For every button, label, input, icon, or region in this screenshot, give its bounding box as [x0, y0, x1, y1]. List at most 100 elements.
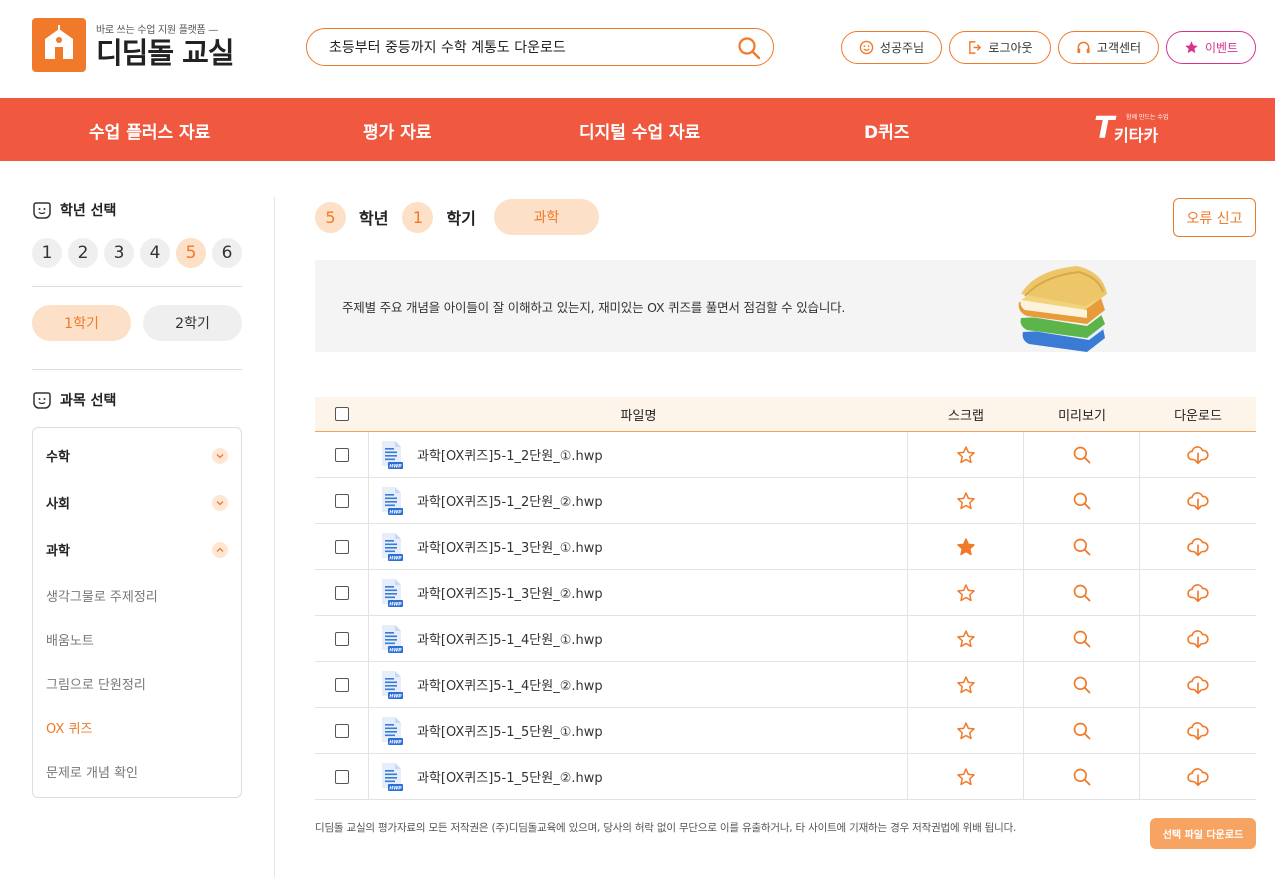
sub-item-unit-summary[interactable]: 그림으로 단원정리: [33, 661, 241, 705]
header-preview: 미리보기: [1058, 408, 1106, 424]
sub-item-concept-check[interactable]: 문제로 개념 확인: [33, 749, 241, 793]
term-badge: 1: [402, 201, 434, 233]
grade-6[interactable]: 6: [212, 238, 242, 268]
grade-2[interactable]: 2: [68, 238, 98, 268]
preview-search-icon[interactable]: [1072, 537, 1092, 557]
table-row: HWP 과학[OX퀴즈]5-1_3단원_②.hwp: [315, 570, 1256, 616]
subject-social[interactable]: 사회: [33, 479, 241, 526]
smile-icon: [859, 40, 874, 55]
hwp-badge: HWP: [389, 463, 402, 469]
row-checkbox[interactable]: [334, 723, 349, 738]
preview-search-icon[interactable]: [1072, 491, 1092, 511]
row-checkbox[interactable]: [334, 769, 349, 784]
search-icon[interactable]: [737, 36, 761, 60]
preview-search-icon[interactable]: [1072, 583, 1092, 603]
grade-label: 학년: [359, 209, 389, 228]
logo[interactable]: 바로 쓰는 수업 지원 플랫폼 — 디딤돌 교실: [32, 18, 234, 72]
search-box[interactable]: [306, 28, 774, 66]
row-checkbox[interactable]: [334, 539, 349, 554]
event-button[interactable]: 이벤트: [1166, 31, 1256, 64]
star-icon[interactable]: [956, 629, 976, 649]
hwp-file-icon: HWP: [382, 670, 403, 699]
download-selected-button[interactable]: 선택 파일 다운로드: [1150, 818, 1256, 849]
cloud-download-icon[interactable]: [1187, 767, 1209, 787]
logout-label: 로그아웃: [988, 41, 1033, 55]
preview-search-icon[interactable]: [1072, 445, 1092, 465]
star-icon[interactable]: [956, 491, 976, 511]
grade-4[interactable]: 4: [140, 238, 170, 268]
cloud-download-icon[interactable]: [1187, 537, 1209, 557]
logo-tagline: 바로 쓰는 수업 지원 플랫폼 —: [96, 25, 218, 36]
cloud-download-icon[interactable]: [1187, 491, 1209, 511]
preview-search-icon[interactable]: [1072, 721, 1092, 741]
sub-item-notes[interactable]: 배움노트: [33, 617, 241, 661]
file-name[interactable]: 과학[OX퀴즈]5-1_5단원_①.hwp: [417, 721, 603, 740]
search-input[interactable]: [329, 37, 719, 57]
sub-item-mindmap[interactable]: 생각그물로 주제정리: [33, 573, 241, 617]
customer-center-button[interactable]: 고객센터: [1058, 31, 1159, 64]
cloud-download-icon[interactable]: [1187, 675, 1209, 695]
file-name[interactable]: 과학[OX퀴즈]5-1_2단원_①.hwp: [417, 445, 603, 464]
preview-search-icon[interactable]: [1072, 629, 1092, 649]
file-name[interactable]: 과학[OX퀴즈]5-1_3단원_①.hwp: [417, 537, 603, 556]
file-name[interactable]: 과학[OX퀴즈]5-1_4단원_①.hwp: [417, 629, 603, 648]
user-button[interactable]: 성공주님: [841, 31, 942, 64]
cloud-download-icon[interactable]: [1187, 629, 1209, 649]
kitaka-logo[interactable]: 함께 만드는 수업 T 키타카: [1092, 110, 1182, 150]
header-filename: 파일명: [620, 408, 657, 424]
subject-title: 과목 선택: [60, 393, 117, 409]
subject-label: 과학: [46, 544, 70, 559]
nav-item-assessment[interactable]: 평가 자료: [363, 118, 431, 143]
logout-button[interactable]: 로그아웃: [949, 31, 1051, 64]
star-icon[interactable]: [956, 537, 976, 557]
chevron-down-icon: [212, 447, 228, 464]
subject-list: 수학 사회 과학 생각그물로 주제정리 배움노트 그림으로 단원정리 OX 퀴즈…: [32, 427, 242, 798]
star-icon[interactable]: [956, 675, 976, 695]
grade-badge: 5: [315, 201, 346, 233]
select-all-checkbox[interactable]: [335, 407, 349, 421]
star-icon[interactable]: [956, 583, 976, 603]
term-label: 학기: [446, 209, 476, 228]
grade-3[interactable]: 3: [104, 238, 134, 268]
table-row: HWP 과학[OX퀴즈]5-1_2단원_①.hwp: [315, 432, 1256, 478]
file-name[interactable]: 과학[OX퀴즈]5-1_5단원_②.hwp: [417, 767, 603, 786]
breadcrumb: 5 학년 1 학기 과학: [315, 199, 599, 235]
row-checkbox[interactable]: [334, 585, 349, 600]
subject-math[interactable]: 수학: [33, 432, 241, 479]
star-icon[interactable]: [956, 721, 976, 741]
headset-icon: [1077, 41, 1090, 54]
row-checkbox[interactable]: [334, 447, 349, 462]
file-name[interactable]: 과학[OX퀴즈]5-1_3단원_②.hwp: [417, 583, 603, 602]
row-checkbox[interactable]: [334, 631, 349, 646]
copyright-note: 디딤돌 교실의 평가자료의 모든 저작권은 (주)디딤돌교육에 있으며, 당사의…: [315, 822, 1017, 834]
preview-search-icon[interactable]: [1072, 675, 1092, 695]
divider: [32, 369, 242, 370]
file-name[interactable]: 과학[OX퀴즈]5-1_4단원_②.hwp: [417, 675, 603, 694]
star-icon[interactable]: [956, 445, 976, 465]
cloud-download-icon[interactable]: [1187, 583, 1209, 603]
row-checkbox[interactable]: [334, 677, 349, 692]
report-error-button[interactable]: 오류 신고: [1173, 198, 1256, 237]
hwp-file-icon: HWP: [382, 762, 403, 791]
sub-item-ox-quiz[interactable]: OX 퀴즈: [33, 705, 241, 749]
divider: [32, 286, 242, 287]
nav-item-class-plus[interactable]: 수업 플러스 자료: [89, 118, 210, 143]
cloud-download-icon[interactable]: [1187, 445, 1209, 465]
star-icon[interactable]: [956, 767, 976, 787]
subject-science[interactable]: 과학: [33, 526, 241, 573]
hwp-badge: HWP: [389, 647, 402, 653]
grade-5[interactable]: 5: [176, 238, 206, 268]
subject-label: 수학: [46, 450, 70, 465]
nav-item-dquiz[interactable]: D퀴즈: [864, 118, 909, 143]
preview-search-icon[interactable]: [1072, 767, 1092, 787]
nav-item-digital[interactable]: 디지털 수업 자료: [579, 118, 700, 143]
term-2[interactable]: 2학기: [143, 305, 242, 341]
main-nav: 수업 플러스 자료 평가 자료 디지털 수업 자료 D퀴즈 함께 만드는 수업 …: [0, 98, 1275, 161]
file-name[interactable]: 과학[OX퀴즈]5-1_2단원_②.hwp: [417, 491, 603, 510]
row-checkbox[interactable]: [334, 493, 349, 508]
table-row: HWP 과학[OX퀴즈]5-1_2단원_②.hwp: [315, 478, 1256, 524]
grade-1[interactable]: 1: [32, 238, 62, 268]
info-banner: 주제별 주요 개념을 아이들이 잘 이해하고 있는지, 재미있는 OX 퀴즈를 …: [315, 260, 1256, 352]
cloud-download-icon[interactable]: [1187, 721, 1209, 741]
term-1[interactable]: 1학기: [32, 305, 131, 341]
